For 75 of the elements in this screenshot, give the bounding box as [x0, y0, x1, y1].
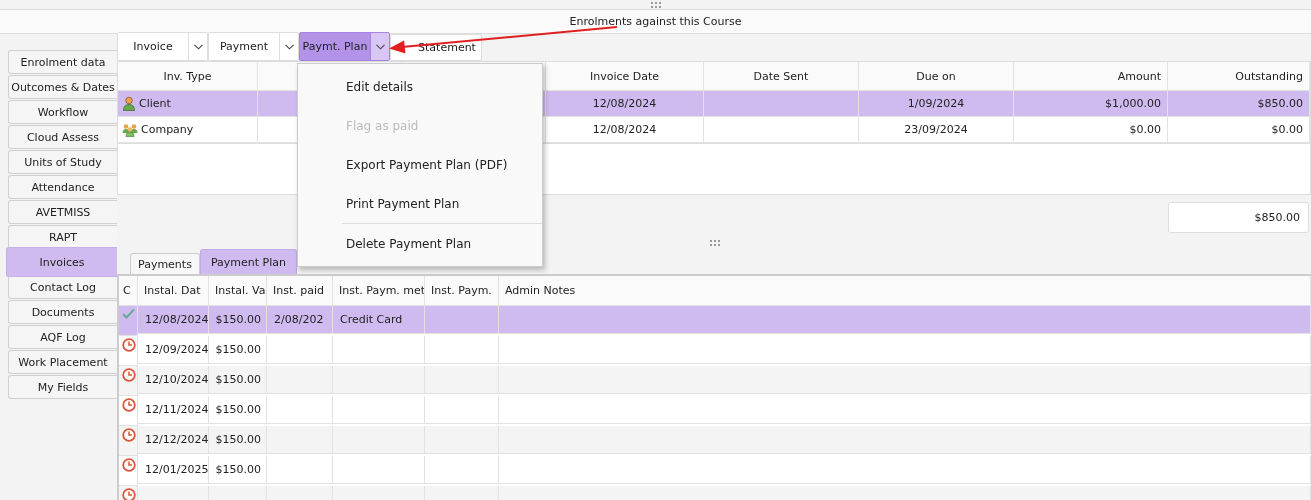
table-cell: $150.00	[209, 426, 267, 454]
table-cell	[267, 456, 333, 484]
side-tab[interactable]: Work Placement	[8, 350, 117, 374]
table-cell: $150.00	[209, 336, 267, 364]
table-cell: 1/09/2024	[859, 91, 1014, 117]
splitter-grip-icon[interactable]	[708, 240, 720, 246]
caret-icon[interactable]	[193, 43, 203, 50]
column-header[interactable]: Instal. Dat	[138, 276, 209, 306]
side-tab[interactable]: Outcomes & Dates	[8, 75, 117, 99]
table-cell: 12/08/2024	[546, 117, 704, 143]
section-title: Enrolments against this Course	[569, 15, 742, 28]
column-header[interactable]: Date Sent	[704, 62, 859, 91]
menu-item[interactable]: Edit details	[298, 67, 542, 106]
table-cell	[267, 366, 333, 394]
column-header[interactable]: Outstanding	[1168, 62, 1310, 91]
cell-text: Client	[139, 97, 171, 110]
column-header[interactable]: Instal. Va	[209, 276, 267, 306]
table-cell: $0.00	[1014, 117, 1168, 143]
table-cell: $850.00	[1168, 91, 1310, 117]
table-cell: 12/11/2024	[138, 396, 209, 424]
column-header[interactable]: Amount	[1014, 62, 1168, 91]
table-cell: 12/12/2024	[138, 426, 209, 454]
side-tab[interactable]: Units of Study	[8, 150, 117, 174]
column-header[interactable]: Inst. Paym.	[425, 276, 499, 306]
table-cell: 23/09/2024	[859, 117, 1014, 143]
table-cell: $150.00	[209, 396, 267, 424]
table-cell: 12/01/2025	[138, 456, 209, 484]
side-tab[interactable]: My Fields	[8, 375, 117, 399]
side-tab[interactable]: Workflow	[8, 100, 117, 124]
menu-item[interactable]: Export Payment Plan (PDF)	[298, 145, 542, 184]
side-tab[interactable]: Invoices	[6, 247, 117, 277]
side-tab[interactable]: Documents	[8, 300, 117, 324]
column-header[interactable]: Invoice Date	[546, 62, 704, 91]
table-cell: $150.00	[209, 366, 267, 394]
table-cell: 2/08/202	[267, 306, 333, 334]
column-header[interactable]: Inv. Type	[118, 62, 258, 91]
table-cell: 12/08/2024	[138, 306, 209, 334]
tab[interactable]: Payments	[130, 253, 200, 274]
table-cell	[267, 396, 333, 424]
column-header[interactable]: Due on	[859, 62, 1014, 91]
table-cell: $1,000.00	[1014, 91, 1168, 117]
total-field: $850.00	[1168, 202, 1309, 233]
toolbar-button[interactable]: Statement	[390, 34, 482, 61]
column-header[interactable]: C	[119, 276, 138, 306]
caret-icon[interactable]	[284, 43, 294, 50]
resize-grip-icon[interactable]	[650, 1, 661, 8]
side-tab[interactable]: RAPT	[8, 225, 117, 249]
table-cell: $150.00	[209, 306, 267, 334]
side-tab[interactable]: Attendance	[8, 175, 117, 199]
group-icon	[122, 122, 138, 137]
side-tab[interactable]: Enrolment data	[8, 50, 117, 74]
table-cell	[267, 336, 333, 364]
table-cell: 12/10/2024	[138, 366, 209, 394]
table-cell: Credit Card	[333, 306, 425, 334]
column-header[interactable]: Inst. Paym. met	[333, 276, 425, 306]
side-tab[interactable]: AQF Log	[8, 325, 117, 349]
tab[interactable]: Payment Plan	[199, 249, 297, 274]
caret-icon[interactable]	[375, 43, 385, 50]
split-button[interactable]: Payment	[208, 32, 299, 61]
split-button[interactable]: Paymt. Plan	[299, 32, 390, 61]
split-button[interactable]: Invoice	[117, 32, 208, 61]
person-icon	[122, 96, 136, 111]
table-cell: $150.00	[209, 456, 267, 484]
side-tab[interactable]: Contact Log	[8, 275, 117, 299]
side-tab[interactable]: AVETMISS	[8, 200, 117, 224]
menu-item[interactable]: Delete Payment Plan	[342, 223, 542, 263]
column-header[interactable]: Inst. paid	[267, 276, 333, 306]
table-cell: $0.00	[1168, 117, 1310, 143]
cell-text: Company	[141, 123, 194, 136]
table-cell: 12/08/2024	[546, 91, 704, 117]
menu-item[interactable]: Print Payment Plan	[298, 184, 542, 223]
table-cell	[267, 426, 333, 454]
column-header[interactable]: Admin Notes	[499, 276, 1311, 306]
table-cell: 12/09/2024	[138, 336, 209, 364]
side-tab[interactable]: Cloud Assess	[8, 125, 117, 149]
